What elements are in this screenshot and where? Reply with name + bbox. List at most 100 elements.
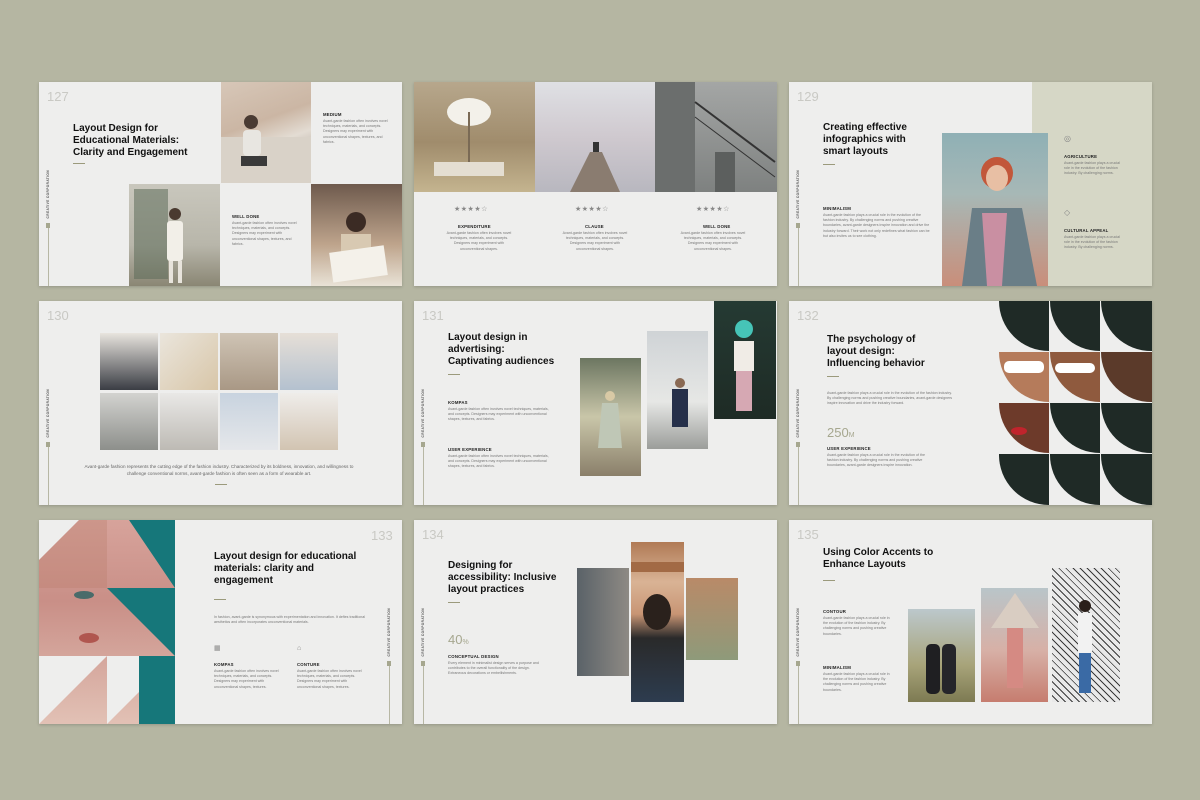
vertical-label: CREATIVE CORPORATION (421, 389, 425, 438)
title-accent-line (823, 580, 835, 581)
page-number: 133 (371, 528, 393, 543)
page-number: 127 (47, 89, 69, 104)
sage-panel (1032, 82, 1152, 286)
intro-text: In fashion, avant-garde is synonymous wi… (214, 615, 366, 625)
vertical-line (798, 447, 799, 505)
slide-127[interactable]: 127 Layout Design for Educational Materi… (39, 82, 402, 286)
vertical-line (423, 666, 424, 724)
item-text: Avant-garde fashion plays a crucial role… (823, 213, 930, 238)
item-text: Avant-garde fashion plays a crucial role… (1064, 235, 1120, 250)
slide-129[interactable]: 129 Creating effective infographics with… (789, 82, 1152, 286)
photo-grid-5 (100, 393, 158, 450)
template-preview-page: { "colors": {"background": "#b5b6a2", "s… (0, 0, 1200, 800)
title-accent-line (827, 376, 839, 377)
item-label: WELL DONE (232, 214, 260, 219)
column-label: EXPENDITURE (458, 224, 491, 229)
item-label: CONCEPTUAL DESIGN (448, 654, 499, 659)
item-label: CULTURAL APPEAL (1064, 228, 1109, 233)
photo-umbrella-field (414, 82, 535, 192)
page-number: 134 (422, 527, 444, 542)
photo-pink-outfit (981, 588, 1048, 702)
photo-two-women-field (908, 609, 975, 702)
photo-triangle-portrait (39, 520, 175, 724)
stat-value: 250M (827, 425, 855, 440)
item-label: MINIMALISM (823, 665, 852, 670)
item-text: Avant-garde fashion often involves novel… (214, 669, 279, 689)
page-number: 132 (797, 308, 819, 323)
title-accent-line (448, 374, 460, 375)
column-text: Avant-garde fashion often involves novel… (680, 231, 746, 251)
page-number: 135 (797, 527, 819, 542)
slide-128[interactable]: ★★★★☆ EXPENDITURE Avant-garde fashion of… (414, 82, 777, 286)
photo-grid-7 (220, 393, 278, 450)
photo-concrete-stairs (655, 82, 777, 192)
photo-grid-2 (160, 333, 218, 390)
column-label: CLAUSE (585, 224, 604, 229)
photo-lake-pier (535, 82, 655, 192)
vertical-label: CREATIVE CORPORATION (46, 389, 50, 438)
rating-stars: ★★★★☆ (575, 206, 609, 213)
vertical-label: CREATIVE CORPORATION (46, 170, 50, 219)
photo-strip-left (577, 568, 629, 676)
vertical-line (48, 228, 49, 286)
item-label: MEDIUM (323, 112, 342, 117)
item-text: Avant-garde fashion often involves novel… (232, 221, 297, 246)
photo-graffiti-wall (1052, 568, 1120, 702)
item-label: USER EXPERIENCE (448, 447, 492, 452)
slide-caption: Avant-garde fashion represents the cutti… (84, 464, 354, 476)
column-label: WELL DONE (703, 224, 731, 229)
stat-unit: % (462, 639, 469, 646)
photo-bearded-man (631, 542, 684, 702)
slide-132[interactable]: 132 The psychology of layout design: Inf… (789, 301, 1152, 505)
vertical-line (389, 666, 390, 724)
slide-133[interactable]: 133 Layout design for educational materi… (39, 520, 402, 724)
slide-130[interactable]: 130 CREATIVE CORPORATION Avant-garde fas… (39, 301, 402, 505)
page-number: 130 (47, 308, 69, 323)
item-label: USER EXPERIENCE (827, 446, 871, 451)
slide-134[interactable]: 134 Designing for accessibility: Inclusi… (414, 520, 777, 724)
item-text: Avant-garde fashion often involves novel… (297, 669, 362, 689)
photo-grid-3 (220, 333, 278, 390)
bank-icon: ⌂ (297, 645, 302, 652)
vertical-label: CREATIVE CORPORATION (387, 608, 391, 657)
item-text: Avant-garde fashion plays a crucial role… (827, 453, 926, 468)
slide-title: Designing for accessibility: Inclusive l… (448, 560, 557, 595)
stat-unit: M (848, 432, 855, 439)
slide-title: Layout design in advertising: Captivatin… (448, 332, 555, 367)
item-label: AGRICULTURE (1064, 154, 1098, 159)
photo-man-suit (647, 331, 708, 449)
title-accent-line (448, 602, 460, 603)
vertical-label: CREATIVE CORPORATION (796, 170, 800, 219)
item-label: KOMPAS (214, 662, 234, 667)
rating-stars: ★★★★☆ (454, 206, 488, 213)
vertical-label: CREATIVE CORPORATION (796, 389, 800, 438)
slide-131[interactable]: 131 Layout design in advertising: Captiv… (414, 301, 777, 505)
photo-grid-6 (160, 393, 218, 450)
item-text: Every element in minimalist design serve… (448, 661, 539, 676)
slide-title: Layout Design for Educational Materials:… (73, 123, 188, 158)
stat-number: 40 (448, 632, 463, 647)
column-text: Avant-garde fashion often involves novel… (446, 231, 512, 251)
item-label: KOMPAS (448, 400, 468, 405)
quarter-circle-face-mosaic (999, 301, 1152, 505)
slide-135[interactable]: 135 Using Color Accents to Enhance Layou… (789, 520, 1152, 724)
caption-accent-line (215, 484, 227, 485)
page-number: 131 (422, 308, 444, 323)
photo-grid-8 (280, 393, 338, 450)
photo-strip-right (686, 578, 738, 660)
title-accent-line (73, 163, 85, 164)
item-text: Avant-garde fashion often involves novel… (448, 407, 549, 422)
vertical-line (798, 666, 799, 724)
photo-teal-hair-woman (714, 301, 776, 419)
item-label: CONTURE (297, 662, 320, 667)
slide-title: Creating effective infographics with sma… (823, 122, 907, 157)
vertical-line (48, 447, 49, 505)
title-accent-line (214, 599, 226, 600)
page-number: 129 (797, 89, 819, 104)
item-text: Avant-garde fashion often involves novel… (448, 454, 549, 469)
item-text: Avant-garde fashion plays a crucial role… (823, 616, 890, 636)
rating-stars: ★★★★☆ (696, 206, 730, 213)
item-label: MINIMALISM (823, 206, 852, 211)
intro-text: Avant-garde fashion plays a crucial role… (827, 391, 953, 406)
vertical-line (798, 228, 799, 286)
